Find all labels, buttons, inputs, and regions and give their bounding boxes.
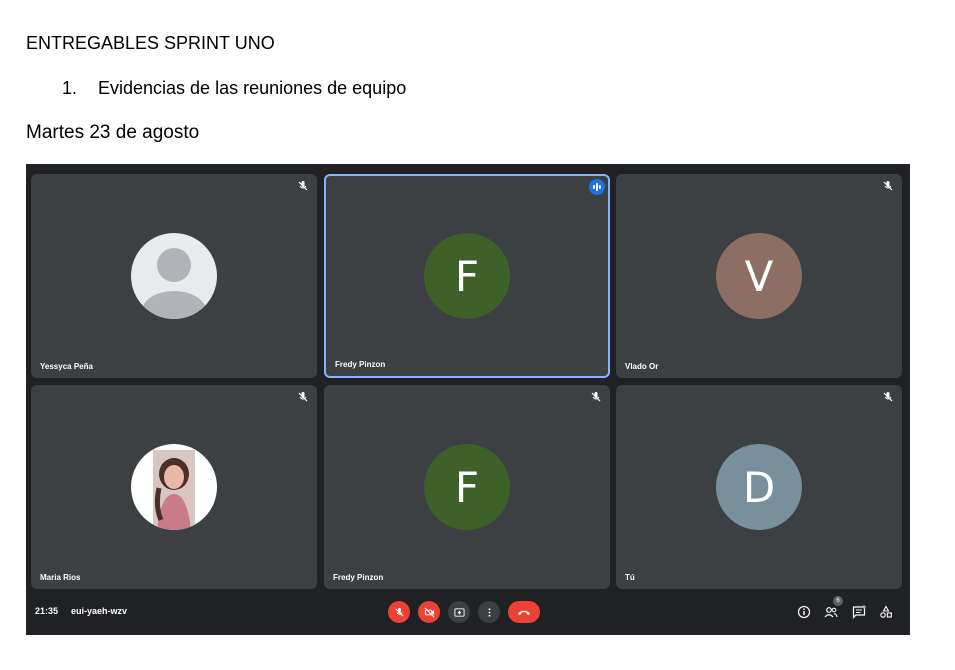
date-text: Martes 23 de agosto — [26, 122, 200, 143]
meeting-code: eui-yaeh-wzv — [71, 606, 128, 616]
mic-off-icon — [883, 181, 893, 191]
present-screen-button[interactable] — [448, 601, 470, 623]
end-call-icon — [517, 610, 531, 615]
camera-toggle-button[interactable] — [418, 601, 440, 623]
meet-screenshot: Yessyca Peña F Fredy Pinzon V Vlado Or M… — [26, 164, 910, 635]
mic-off-icon — [298, 181, 308, 191]
mic-off-icon — [394, 607, 404, 617]
default-avatar — [131, 233, 217, 319]
more-options-icon — [488, 607, 490, 617]
avatar-letter: D — [716, 444, 802, 530]
info-icon[interactable] — [797, 605, 811, 619]
person-silhouette-icon — [142, 248, 206, 319]
participant-name: Vlado Or — [625, 362, 659, 371]
participant-tile-self[interactable]: D Tú — [616, 385, 902, 589]
participant-tile-vlado[interactable]: V Vlado Or — [616, 174, 902, 378]
present-screen-icon — [453, 607, 465, 617]
people-icon[interactable] — [824, 605, 838, 619]
participant-name: Fredy Pinzon — [333, 573, 384, 582]
participant-name: Yessyca Peña — [40, 362, 93, 371]
camera-off-icon — [424, 607, 434, 617]
participant-name: Tú — [625, 573, 635, 582]
participant-name: Maria Rios — [40, 573, 81, 582]
photo-avatar — [131, 444, 217, 530]
participant-name: Fredy Pinzon — [335, 360, 386, 369]
activities-icon[interactable] — [879, 605, 893, 619]
avatar-letter: F — [424, 444, 510, 530]
document-heading: ENTREGABLES SPRINT UNO — [26, 33, 275, 53]
avatar-letter: F — [424, 233, 510, 319]
mic-off-icon — [883, 392, 893, 402]
mic-off-icon — [298, 392, 308, 402]
list-number: 1. — [62, 78, 78, 98]
chat-icon[interactable] — [852, 605, 866, 619]
participant-tile-fredy[interactable]: F Fredy Pinzon — [324, 385, 610, 589]
meeting-time: 21:35 — [35, 606, 59, 616]
list-item-text: Evidencias de las reuniones de equipo — [98, 78, 407, 98]
participant-tile-yessyca[interactable]: Yessyca Peña — [31, 174, 317, 378]
participant-tile-maria[interactable]: Maria Rios — [31, 385, 317, 589]
speaking-indicator-icon — [589, 179, 605, 195]
participant-tile-fredy-active[interactable]: F Fredy Pinzon — [324, 174, 610, 378]
end-call-button[interactable] — [508, 601, 540, 623]
people-count-badge: 6 — [833, 596, 843, 606]
mic-off-icon — [591, 392, 601, 402]
avatar-letter: V — [716, 233, 802, 319]
profile-photo — [153, 450, 195, 530]
mic-toggle-button[interactable] — [388, 601, 410, 623]
more-options-button[interactable] — [478, 601, 500, 623]
